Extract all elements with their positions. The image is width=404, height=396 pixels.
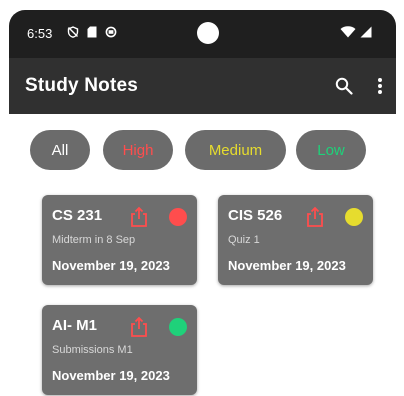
share-button[interactable] bbox=[305, 206, 325, 228]
note-subtitle: Midterm in 8 Sep bbox=[52, 234, 136, 246]
note-card-ai-m1[interactable]: AI- M1 Submissions M1 November 19, 2023 bbox=[42, 305, 197, 395]
note-card-cis526[interactable]: CIS 526 Quiz 1 November 19, 2023 bbox=[218, 195, 373, 285]
note-subtitle: Quiz 1 bbox=[228, 234, 260, 246]
share-button[interactable] bbox=[129, 316, 149, 338]
sync-icon bbox=[105, 26, 117, 38]
status-notification-icons bbox=[67, 26, 117, 38]
camera-cutout bbox=[197, 22, 219, 44]
note-title: CS 231 bbox=[52, 207, 103, 224]
note-date: November 19, 2023 bbox=[52, 258, 170, 273]
search-icon bbox=[335, 77, 353, 95]
filter-chip-label: Medium bbox=[208, 141, 263, 159]
more-options-button[interactable] bbox=[368, 74, 392, 98]
priority-indicator bbox=[169, 318, 187, 336]
sd-card-icon bbox=[87, 26, 97, 38]
note-title: CIS 526 bbox=[228, 207, 283, 224]
note-date: November 19, 2023 bbox=[52, 368, 170, 383]
more-vert-icon bbox=[378, 78, 382, 94]
note-card-cs231[interactable]: CS 231 Midterm in 8 Sep November 19, 202… bbox=[42, 195, 197, 285]
search-button[interactable] bbox=[332, 74, 356, 98]
filter-chip-label: All bbox=[51, 141, 69, 159]
note-date: November 19, 2023 bbox=[228, 258, 346, 273]
filter-chip-label: Low bbox=[317, 141, 345, 159]
filter-chip-low[interactable]: Low bbox=[296, 130, 366, 170]
filter-chip-high[interactable]: High bbox=[103, 130, 173, 170]
filter-chip-all[interactable]: All bbox=[30, 130, 90, 170]
share-icon bbox=[307, 206, 323, 227]
priority-indicator bbox=[169, 208, 187, 226]
share-icon bbox=[131, 316, 147, 337]
status-bar: 6:53 bbox=[9, 10, 396, 58]
app-bar: Study Notes bbox=[9, 58, 396, 114]
shield-off-icon bbox=[67, 26, 79, 38]
priority-indicator bbox=[345, 208, 363, 226]
note-title: AI- M1 bbox=[52, 317, 97, 334]
share-icon bbox=[131, 206, 147, 227]
device-screen: 6:53 Study Notes All High Medium Low CS … bbox=[9, 10, 396, 396]
filter-chip-label: High bbox=[122, 141, 154, 159]
share-button[interactable] bbox=[129, 206, 149, 228]
app-title: Study Notes bbox=[25, 75, 139, 96]
filter-chip-medium[interactable]: Medium bbox=[185, 130, 286, 170]
note-subtitle: Submissions M1 bbox=[52, 344, 133, 356]
signal-icon bbox=[360, 26, 372, 38]
status-system-icons bbox=[340, 26, 372, 38]
wifi-icon bbox=[340, 26, 356, 38]
status-time: 6:53 bbox=[27, 26, 53, 41]
